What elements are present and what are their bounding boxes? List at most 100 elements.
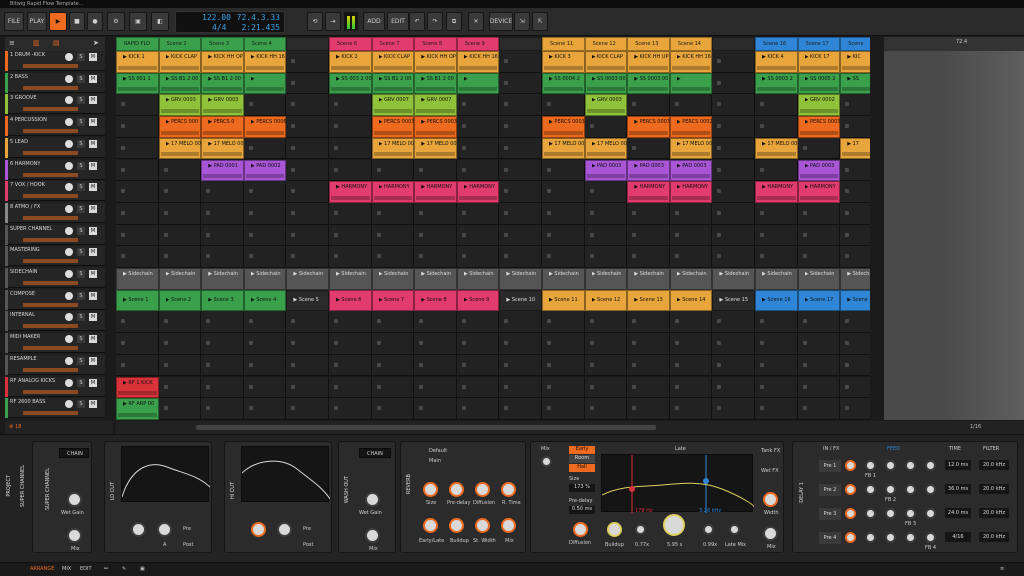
clip-slot[interactable] [286, 202, 329, 225]
clip-slot[interactable] [329, 94, 372, 117]
clip-slot[interactable] [584, 376, 628, 399]
clip-slot[interactable] [499, 398, 542, 420]
clip-slot[interactable] [584, 311, 628, 334]
clip[interactable]: ▶ 17 MELO 00 [158, 137, 202, 160]
clip-slot[interactable] [542, 246, 585, 268]
track-volume-slider[interactable] [23, 389, 78, 394]
clip-slot[interactable] [329, 246, 372, 268]
clip-slot[interactable] [542, 224, 585, 247]
clip-slot[interactable] [286, 246, 329, 268]
clip-slot[interactable] [712, 137, 755, 160]
clip-slot[interactable] [755, 94, 798, 117]
track-volume-slider[interactable] [23, 302, 78, 307]
clip[interactable]: ▶ KICK CLAP [584, 51, 628, 73]
mute-button[interactable]: M [89, 161, 97, 170]
clip-slot[interactable] [627, 333, 670, 355]
predelay-knob[interactable] [449, 482, 464, 497]
clip-slot[interactable] [116, 181, 159, 203]
clip-slot[interactable] [499, 159, 542, 182]
clip[interactable]: ▶ PERCS 0002 [669, 116, 713, 138]
undo-icon[interactable]: ↶ [409, 12, 425, 31]
clip[interactable]: ▶ KICK CLAP [371, 51, 415, 73]
clip-slot[interactable] [712, 51, 755, 73]
track-power-icon[interactable] [65, 53, 73, 61]
clip-slot[interactable] [797, 333, 841, 355]
track-header[interactable]: RF 2600 BASS S M [5, 398, 105, 419]
track-volume-slider[interactable] [23, 64, 78, 68]
clip-slot[interactable] [414, 246, 457, 268]
clip-slot[interactable] [286, 311, 329, 334]
scene-header[interactable]: Scene 17 [797, 37, 841, 51]
clip[interactable]: ▶ 17 [840, 137, 870, 160]
clip[interactable]: ▶ HARMONY [329, 181, 372, 203]
scene-header[interactable]: Scene 8 [414, 37, 457, 51]
clip[interactable]: ▶ SS B1 2 00 [201, 72, 244, 95]
clip[interactable]: ▶ [456, 72, 500, 95]
clip-slot[interactable] [797, 202, 841, 225]
track-power-icon[interactable] [65, 204, 73, 213]
clip-slot[interactable] [371, 376, 415, 399]
record-icon[interactable]: ● [87, 12, 103, 31]
mute-button[interactable]: M [89, 53, 97, 61]
clip[interactable]: ▶ SS 0003 2 [755, 72, 798, 95]
clip-slot[interactable] [499, 72, 542, 95]
clip-slot[interactable] [755, 224, 798, 247]
zoom-level[interactable]: 1/16 [970, 424, 981, 430]
compose-scene-clip[interactable]: ▶ Scene 9 [456, 289, 500, 312]
clip-slot[interactable] [414, 398, 457, 420]
signature-value[interactable]: 4/4 [212, 23, 226, 32]
compose-scene-clip[interactable]: ▶ Scene 6 [329, 289, 372, 312]
clip-slot[interactable] [627, 94, 670, 117]
clip-slot[interactable] [116, 137, 159, 160]
clip-slot[interactable] [456, 116, 500, 138]
clip-slot[interactable] [584, 333, 628, 355]
solo-button[interactable]: S [77, 400, 85, 409]
feed-knob[interactable] [925, 460, 936, 471]
track-volume-slider[interactable] [23, 259, 78, 264]
clip[interactable]: ▶ KICK HH 16 [669, 51, 713, 73]
copy-icon[interactable]: ⧉ [446, 12, 462, 31]
out-mix-knob[interactable] [763, 526, 778, 541]
clip-slot[interactable] [201, 202, 244, 225]
clip-slot[interactable] [371, 159, 415, 182]
clip-slot[interactable] [797, 246, 841, 268]
delay-time-value[interactable]: 12.0 ms [945, 460, 971, 470]
feed-knob[interactable] [905, 532, 916, 543]
feed-knob[interactable] [905, 460, 916, 471]
clip-slot[interactable] [243, 376, 287, 399]
clip-slot[interactable] [840, 246, 870, 268]
lo-cut-spectrum[interactable] [121, 446, 211, 502]
clip-slot[interactable] [158, 333, 202, 355]
clip-slot[interactable] [584, 398, 628, 420]
timeline-area[interactable] [884, 51, 1024, 420]
mute-button[interactable]: M [89, 139, 97, 148]
lo-cut-res-knob[interactable] [157, 522, 172, 537]
track-power-icon[interactable] [65, 400, 73, 409]
clip-slot[interactable] [201, 311, 244, 334]
clip[interactable]: ▶ SS 001 1 [116, 72, 159, 95]
diffusion-knob[interactable] [475, 482, 490, 497]
clip-slot[interactable] [286, 159, 329, 182]
clip-slot[interactable] [329, 116, 372, 138]
clip-slot[interactable] [286, 224, 329, 247]
mute-button[interactable]: M [89, 204, 97, 213]
delay-pre-button[interactable]: Pre 4 [819, 532, 841, 544]
clip[interactable]: ▶ KICK HH UP [627, 51, 670, 73]
preset-default[interactable]: Default [429, 448, 447, 454]
automation-icon[interactable]: ⚙ [107, 12, 125, 31]
clip-slot[interactable] [371, 398, 415, 420]
clip-slot[interactable] [499, 376, 542, 399]
clip-slot[interactable] [158, 181, 202, 203]
clip-slot[interactable] [797, 376, 841, 399]
clip-slot[interactable] [712, 72, 755, 95]
delay-pre-button[interactable]: Pre 3 [819, 508, 841, 520]
mute-button[interactable]: M [89, 118, 97, 127]
clip-slot[interactable] [243, 224, 287, 247]
clip-slot[interactable] [840, 333, 870, 355]
delay-filter-value[interactable]: 20.0 kHz [979, 508, 1009, 518]
stop-icon[interactable]: ■ [69, 12, 85, 31]
clip-slot[interactable] [797, 224, 841, 247]
clip-slot[interactable] [584, 354, 628, 377]
clip-slot[interactable] [116, 333, 159, 355]
clip-slot[interactable] [329, 376, 372, 399]
